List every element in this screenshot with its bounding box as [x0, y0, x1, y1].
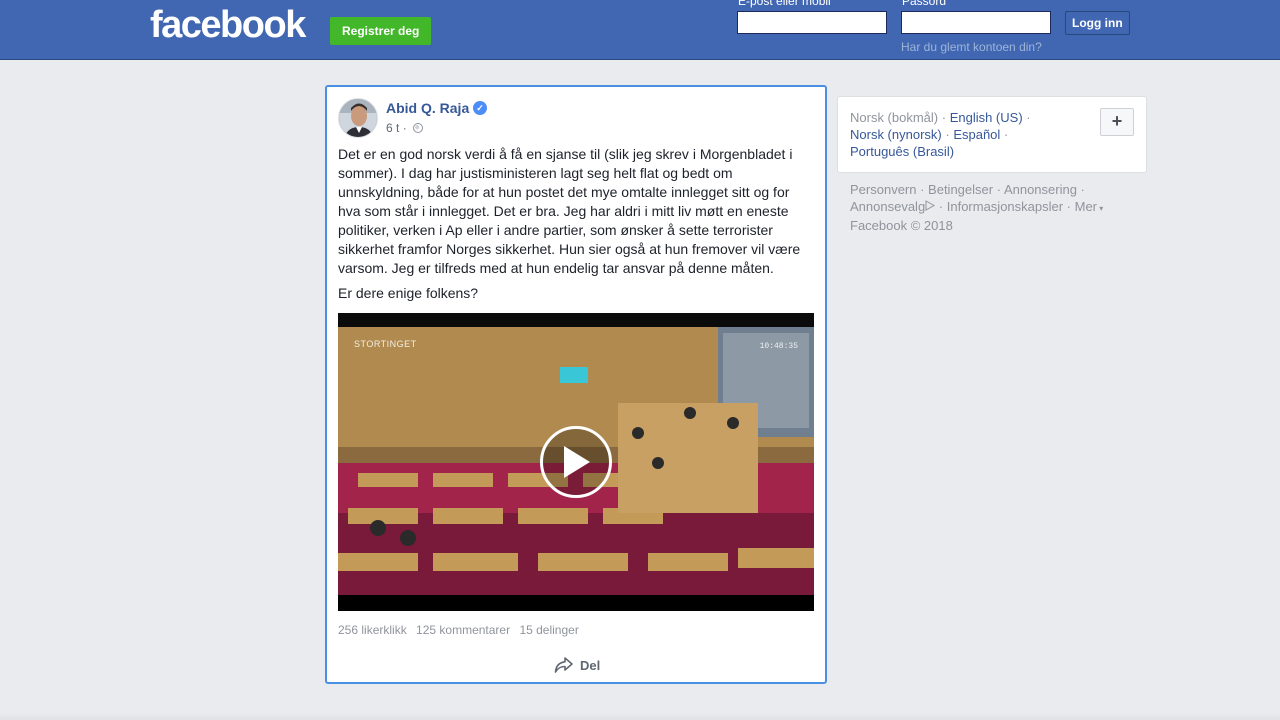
register-button[interactable]: Registrer deg — [330, 17, 432, 45]
language-english[interactable]: English (US) — [950, 110, 1023, 125]
ad-choices-link[interactable]: Annonsevalg — [850, 199, 925, 214]
chevron-down-icon: ▾ — [1097, 204, 1104, 213]
verified-badge-icon: ✓ — [473, 101, 487, 115]
post-paragraph: Det er en god norsk verdi å få en sjanse… — [338, 146, 801, 276]
privacy-link[interactable]: Personvern — [850, 182, 916, 197]
more-languages-button[interactable]: + — [1100, 108, 1134, 136]
password-label: Passord — [902, 0, 947, 8]
video-player[interactable]: STORTINGET 10:48:35 — [338, 313, 814, 611]
current-language: Norsk (bokmål) — [850, 110, 939, 125]
shares-count[interactable]: 15 delinger — [519, 623, 578, 637]
terms-link[interactable]: Betingelser — [928, 182, 993, 197]
post-meta: 6 t · — [386, 121, 424, 135]
language-nynorsk[interactable]: Norsk (nynorsk) — [850, 127, 942, 142]
video-channel-logo: STORTINGET — [354, 339, 417, 349]
play-button[interactable] — [540, 426, 612, 498]
post-paragraph: Er dere enige folkens? — [338, 285, 479, 301]
author-name[interactable]: Abid Q. Raja — [386, 100, 469, 116]
top-bar: facebook Registrer deg E-post eller mobi… — [0, 0, 1280, 60]
avatar[interactable] — [338, 98, 378, 138]
language-box: Norsk (bokmål) · English (US) · Norsk (n… — [837, 96, 1147, 173]
facebook-logo[interactable]: facebook — [150, 4, 306, 47]
globe-icon — [413, 123, 424, 133]
forgot-account-link[interactable]: Har du glemt kontoen din? — [901, 40, 1042, 54]
post-text: Det er en god norsk verdi å få en sjanse… — [338, 145, 808, 309]
ad-choices-icon — [925, 200, 936, 211]
meta-separator: · — [402, 121, 407, 135]
bottom-strip — [0, 713, 1280, 720]
login-button[interactable]: Logg inn — [1065, 11, 1130, 35]
language-portuguese[interactable]: Português (Brasil) — [850, 144, 954, 159]
more-link[interactable]: Mer — [1075, 199, 1097, 214]
post-stats: 256 likerklikk 125 kommentarer 15 deling… — [338, 623, 585, 637]
language-spanish[interactable]: Español — [953, 127, 1000, 142]
post-card: Abid Q. Raja ✓ 6 t · Det er en god norsk… — [325, 85, 827, 684]
play-icon — [564, 446, 590, 478]
share-label: Del — [580, 657, 601, 673]
advertising-link[interactable]: Annonsering — [1004, 182, 1077, 197]
share-button[interactable]: Del — [554, 654, 600, 676]
post-time[interactable]: 6 t — [386, 121, 399, 135]
password-field[interactable] — [901, 11, 1051, 34]
email-field[interactable] — [737, 11, 887, 34]
footer-links: Personvern · Betingelser · Annonsering ·… — [850, 182, 1104, 233]
copyright: Facebook © 2018 — [850, 218, 953, 233]
language-list: Norsk (bokmål) · English (US) · Norsk (n… — [850, 110, 1031, 159]
likes-count[interactable]: 256 likerklikk — [338, 623, 407, 637]
comments-count[interactable]: 125 kommentarer — [416, 623, 510, 637]
share-icon — [554, 657, 573, 673]
email-label: E-post eller mobil — [738, 0, 831, 8]
video-timestamp: 10:48:35 — [759, 342, 798, 351]
cookies-link[interactable]: Informasjonskapsler — [947, 199, 1063, 214]
